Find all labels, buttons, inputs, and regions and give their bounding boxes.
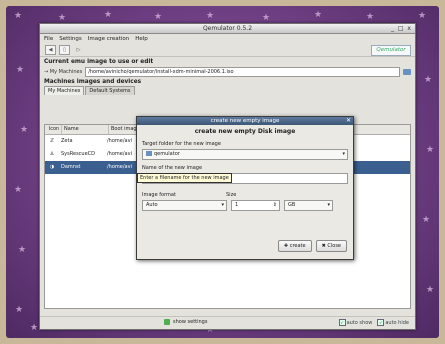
star-icon: ★ bbox=[206, 11, 215, 21]
chevron-down-icon: ▾ bbox=[221, 202, 224, 208]
my-machines-button[interactable]: → My Machines bbox=[44, 69, 82, 75]
star-icon: ★ bbox=[14, 185, 23, 195]
format-size-labels: Image format Size bbox=[137, 192, 353, 198]
menu-help[interactable]: Help bbox=[135, 36, 148, 42]
my-machines-button-label: My Machines bbox=[49, 68, 83, 75]
dialog-title: create new empty image bbox=[210, 118, 280, 124]
auto-hide-label: auto hide bbox=[385, 320, 409, 326]
image-format-select[interactable]: Auto ▾ bbox=[142, 200, 227, 211]
image-path-field[interactable]: /home/avinicho/qemulator/install-xdm-min… bbox=[85, 66, 400, 77]
menu-image-creation[interactable]: Image creation bbox=[88, 36, 129, 42]
window-title: Qemulator 0.5.2 bbox=[202, 25, 253, 32]
status-bar: show settings ✓ auto show ✓ auto hide bbox=[40, 316, 415, 329]
star-icon: ★ bbox=[314, 10, 323, 20]
size-unit-value: GB bbox=[288, 202, 296, 208]
close-icon[interactable]: ✕ bbox=[346, 117, 351, 125]
close-icon: ✖ bbox=[321, 243, 326, 249]
back-icon[interactable]: ◀ bbox=[45, 45, 56, 55]
row-name: Damnst bbox=[61, 164, 81, 170]
star-icon: ★ bbox=[262, 13, 271, 23]
image-format-value: Auto bbox=[146, 202, 158, 208]
checkbox-icon: ✓ bbox=[377, 319, 385, 326]
linux-icon: ℤ bbox=[50, 138, 54, 144]
row-name: SysRescueCD bbox=[61, 151, 96, 157]
dialog-heading: create new empty Disk image bbox=[194, 128, 296, 135]
tab-my-machines[interactable]: My Machines bbox=[44, 86, 85, 95]
chevron-down-icon: ▾ bbox=[342, 151, 345, 157]
column-header-name[interactable]: Name bbox=[62, 125, 109, 134]
close-button[interactable]: ✖ Close bbox=[315, 240, 347, 252]
create-image-dialog: create new empty image ✕ create new empt… bbox=[136, 116, 354, 260]
window-titlebar[interactable]: Qemulator 0.5.2 _ □ x bbox=[40, 24, 415, 34]
dialog-buttons: ✚ create ✖ Close bbox=[277, 240, 347, 252]
auto-toggles: ✓ auto show ✓ auto hide bbox=[338, 319, 409, 326]
star-icon: ★ bbox=[58, 13, 67, 23]
menu-file[interactable]: File bbox=[44, 36, 53, 42]
close-button-label: Close bbox=[327, 243, 341, 249]
show-settings-button[interactable]: show settings bbox=[164, 319, 207, 325]
format-size-controls: Auto ▾ 1 ⇕ GB ▾ bbox=[137, 200, 353, 211]
star-icon: ★ bbox=[20, 125, 29, 135]
cd-icon: ◑ bbox=[49, 164, 55, 170]
show-settings-label: show settings bbox=[173, 319, 208, 325]
column-header-icon[interactable]: Icon bbox=[45, 125, 62, 134]
machines-tabs: My Machines Default Systems bbox=[40, 86, 415, 95]
star-icon: ★ bbox=[104, 10, 113, 20]
image-name-label: Name of the new image bbox=[142, 165, 203, 171]
folder-icon bbox=[146, 151, 152, 156]
size-label: Size bbox=[226, 192, 237, 198]
star-icon: ★ bbox=[426, 285, 435, 295]
star-icon: ★ bbox=[366, 12, 375, 22]
star-icon: ★ bbox=[16, 65, 25, 75]
machines-section-label: Machines images and devices bbox=[44, 79, 142, 85]
window-controls[interactable]: _ □ x bbox=[391, 24, 412, 33]
toolbar: ◀ ▯ ▷ Qemulator bbox=[40, 44, 415, 57]
size-unit-select[interactable]: GB ▾ bbox=[284, 200, 333, 211]
current-image-section-label: Current emu image to use or edit bbox=[44, 59, 154, 65]
auto-show-label: auto show bbox=[346, 320, 373, 326]
auto-hide-checkbox[interactable]: ✓ auto hide bbox=[377, 319, 409, 326]
star-icon: ★ bbox=[30, 323, 39, 333]
green-arrow-icon bbox=[164, 319, 170, 325]
checkbox-icon: ✓ bbox=[338, 319, 346, 326]
penguin-icon: ♙ bbox=[49, 151, 55, 157]
menu-settings[interactable]: Settings bbox=[59, 36, 82, 42]
row-name: Zeta bbox=[61, 138, 73, 144]
copy-icon[interactable]: ▯ bbox=[59, 45, 70, 55]
target-folder-select[interactable]: qemulator ▾ bbox=[142, 149, 348, 160]
menu-bar: File Settings Image creation Help bbox=[40, 34, 415, 44]
star-icon: ★ bbox=[18, 245, 27, 255]
star-icon: ★ bbox=[424, 75, 433, 85]
image-format-label: Image format bbox=[142, 192, 176, 198]
target-folder-value: qemulator bbox=[154, 151, 180, 157]
star-icon: ★ bbox=[15, 305, 24, 315]
star-icon: ★ bbox=[426, 145, 435, 155]
folder-icon[interactable] bbox=[403, 68, 411, 75]
tab-default-systems[interactable]: Default Systems bbox=[85, 86, 135, 95]
create-button-label: create bbox=[289, 243, 306, 249]
chevron-down-icon: ▾ bbox=[327, 202, 330, 208]
star-icon: ★ bbox=[154, 12, 163, 22]
star-icon: ★ bbox=[14, 11, 23, 21]
current-image-row: → My Machines /home/avinicho/qemulator/i… bbox=[40, 66, 415, 77]
star-icon: ★ bbox=[418, 11, 427, 21]
forward-icon[interactable]: ▷ bbox=[73, 45, 84, 55]
filename-tooltip: Enter a filename for the new image bbox=[137, 173, 232, 183]
star-icon: ★ bbox=[422, 215, 431, 225]
create-button[interactable]: ✚ create bbox=[277, 240, 312, 252]
size-value: 1 bbox=[235, 202, 239, 208]
qemulator-logo: Qemulator bbox=[371, 45, 411, 56]
size-spinner[interactable]: 1 ⇕ bbox=[231, 200, 280, 211]
dialog-titlebar[interactable]: create new empty image ✕ bbox=[137, 117, 353, 125]
spinner-arrows-icon[interactable]: ⇕ bbox=[273, 201, 277, 210]
create-icon: ✚ bbox=[283, 243, 289, 249]
auto-show-checkbox[interactable]: ✓ auto show bbox=[338, 319, 373, 326]
target-folder-label: Target folder for the new image bbox=[142, 141, 221, 147]
